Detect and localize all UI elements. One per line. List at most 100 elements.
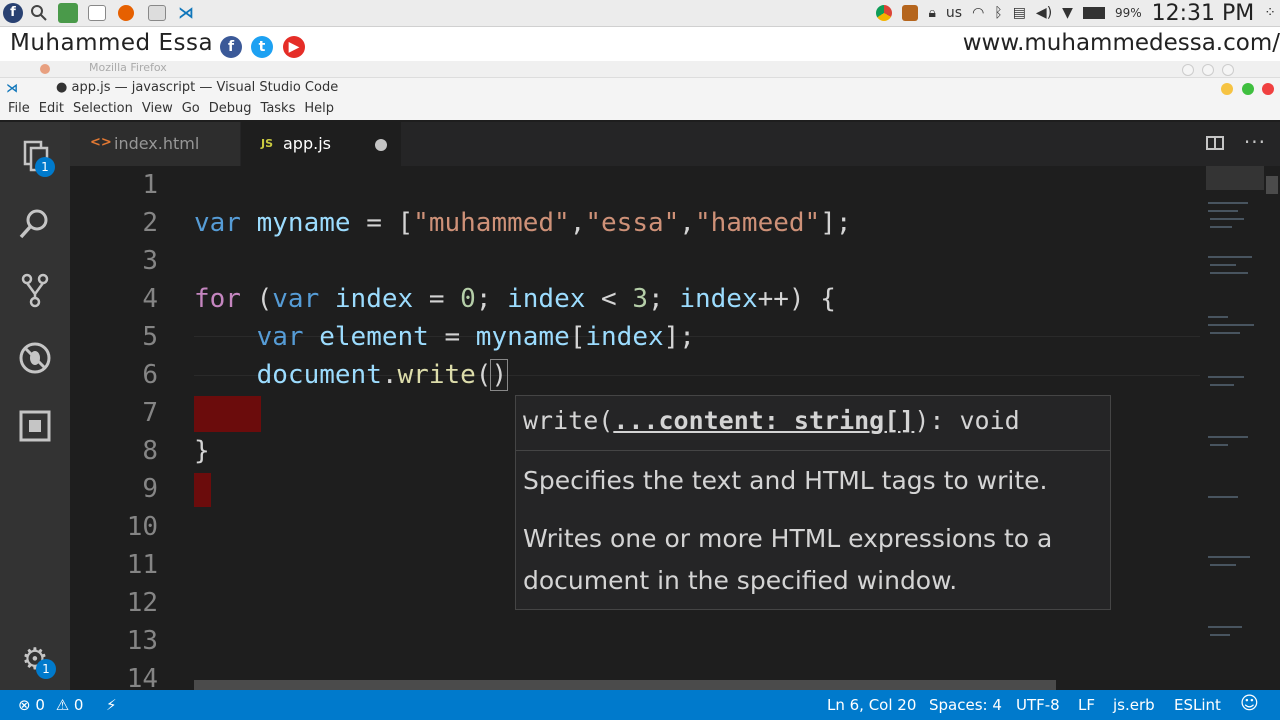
firefox-minimize-button[interactable] <box>1182 64 1194 76</box>
minimize-button[interactable] <box>1221 83 1233 95</box>
lock-icon[interactable]: 🔒︎ <box>928 5 935 21</box>
signature-name: write( <box>523 406 614 435</box>
error-marker <box>194 396 261 432</box>
eslint-status[interactable]: ESLint <box>1174 696 1221 714</box>
menu-debug[interactable]: Debug <box>209 99 252 120</box>
line-number: 3 <box>142 246 158 276</box>
firefox-maximize-button[interactable] <box>1202 64 1214 76</box>
extensions-icon[interactable] <box>17 408 53 444</box>
clock[interactable]: 12:31 PM <box>1152 1 1255 26</box>
line-number: 13 <box>126 626 158 656</box>
chevron-down-icon[interactable]: ▼ <box>1062 5 1073 21</box>
wifi-icon[interactable]: ◠ <box>972 5 984 21</box>
menu-bar: File Edit Selection View Go Debug Tasks … <box>0 99 1280 120</box>
youtube-icon: ▶ <box>283 36 305 58</box>
menu-go[interactable]: Go <box>182 99 200 120</box>
minimap-line <box>1210 332 1240 334</box>
brand-name: Muhammed Essa <box>10 30 214 56</box>
menu-edit[interactable]: Edit <box>39 99 64 120</box>
source-control-icon[interactable] <box>17 272 53 308</box>
feedback-smiley-icon[interactable]: ☺ <box>1240 693 1259 714</box>
minimap-slider[interactable] <box>1206 166 1264 190</box>
system-tray: 🔒︎ us ◠ ᛒ ▤ ◀) ▼ 99% 12:31 PM ⁘ <box>876 0 1276 26</box>
maximize-button[interactable] <box>1242 83 1254 95</box>
error-count[interactable]: ⊗ 0 ⚠ 0 <box>18 696 83 714</box>
line-number: 1 <box>142 170 158 200</box>
lightning-icon[interactable]: ⚡ <box>106 696 117 714</box>
minimap-line <box>1208 256 1252 258</box>
code-line-4: for (var index = 0; index < 3; index++) … <box>194 284 836 314</box>
warning-count-value: 0 <box>73 696 84 714</box>
tab-index-html[interactable]: <> index.html <box>70 122 240 166</box>
signature-summary: Specifies the text and HTML tags to writ… <box>523 466 1048 495</box>
files-icon[interactable] <box>58 3 78 23</box>
menu-file[interactable]: File <box>8 99 30 120</box>
power-icon[interactable]: ⁘ <box>1264 5 1276 21</box>
menu-tasks[interactable]: Tasks <box>261 99 296 120</box>
activity-bar: 1 ⚙ 1 <box>0 122 70 690</box>
brand-url: www.muhammedessa.com/ <box>962 30 1280 56</box>
error-marker <box>194 473 211 507</box>
search-icon[interactable] <box>29 3 49 23</box>
indentation[interactable]: Spaces: 4 <box>929 696 1002 714</box>
popup-divider <box>516 450 1110 451</box>
horizontal-scrollbar[interactable] <box>194 680 1056 690</box>
menu-view[interactable]: View <box>142 99 173 120</box>
app-tray-icon[interactable] <box>902 5 919 21</box>
debug-icon[interactable] <box>17 340 53 376</box>
html-file-icon: <> <box>90 135 112 150</box>
fedora-icon[interactable]: f <box>3 3 23 23</box>
encoding[interactable]: UTF-8 <box>1016 696 1060 714</box>
close-button[interactable] <box>1262 83 1274 95</box>
facebook-icon: f <box>220 36 242 58</box>
cursor-position[interactable]: Ln 6, Col 20 <box>827 696 916 714</box>
image-viewer-icon[interactable] <box>148 5 166 21</box>
tab-label: app.js <box>283 134 331 153</box>
vscode-logo-icon: ⋊ <box>6 81 18 95</box>
line-number: 9 <box>142 474 158 504</box>
code-line-5: var element = myname[index]; <box>256 322 695 352</box>
signature-description: Writes one or more HTML expressions to a… <box>523 524 1053 595</box>
search-icon[interactable] <box>17 206 53 242</box>
minimap-line <box>1208 210 1238 212</box>
branding-banner: Muhammed Essa f t ▶ www.muhammedessa.com… <box>0 27 1280 61</box>
tab-label: index.html <box>114 134 200 153</box>
firefox-window-title: Mozilla Firefox <box>89 61 167 74</box>
tab-app-js[interactable]: JS app.js <box>241 122 401 166</box>
vscode-taskbar-icon[interactable]: ⋊ <box>178 3 198 23</box>
volume-icon[interactable]: ◀) <box>1036 5 1052 21</box>
split-editor-icon[interactable] <box>1206 136 1224 150</box>
code-line-2: var myname = ["muhammed","essa","hameed"… <box>194 208 852 238</box>
signature-return: ): void <box>914 406 1020 435</box>
signature-text: write(...content: string[]): void <box>523 406 1020 435</box>
desktop-icon[interactable] <box>88 5 106 21</box>
minimap-line <box>1208 626 1242 628</box>
status-bar: ⊗ 0 ⚠ 0 ⚡ Ln 6, Col 20 Spaces: 4 UTF-8 L… <box>0 690 1280 720</box>
battery-icon[interactable] <box>1082 7 1105 19</box>
firefox-icon[interactable] <box>118 5 134 21</box>
menu-selection[interactable]: Selection <box>73 99 133 120</box>
editor-tab-bar: <> index.html JS app.js ··· <box>70 122 1280 166</box>
line-ending[interactable]: LF <box>1078 696 1095 714</box>
menu-help[interactable]: Help <box>304 99 334 120</box>
unsaved-dot-icon[interactable] <box>375 139 387 151</box>
line-number: 12 <box>126 588 158 618</box>
signature-help-popup: write(...content: string[]): void Specif… <box>515 395 1111 610</box>
minimap-line <box>1210 444 1228 446</box>
minimap[interactable] <box>1200 166 1280 690</box>
keyboard-layout[interactable]: us <box>946 5 962 21</box>
line-number: 11 <box>126 550 158 580</box>
firefox-close-button[interactable] <box>1222 64 1234 76</box>
more-actions-icon[interactable]: ··· <box>1244 130 1266 154</box>
chrome-icon[interactable] <box>876 5 893 21</box>
clipboard-icon[interactable]: ▤ <box>1013 5 1026 21</box>
language-mode[interactable]: js.erb <box>1113 696 1155 714</box>
bluetooth-icon[interactable]: ᛒ <box>994 5 1002 21</box>
system-top-panel: f ⋊ 🔒︎ us ◠ ᛒ ▤ ◀) ▼ 99% 12:31 PM ⁘ <box>0 0 1280 27</box>
js-file-icon: JS <box>261 137 274 150</box>
minimap-line <box>1210 264 1236 266</box>
signature-parameter: ...content: string[] <box>613 406 915 435</box>
vertical-scrollbar[interactable] <box>1266 176 1278 194</box>
twitter-icon: t <box>251 36 273 58</box>
minimap-line <box>1208 202 1248 204</box>
